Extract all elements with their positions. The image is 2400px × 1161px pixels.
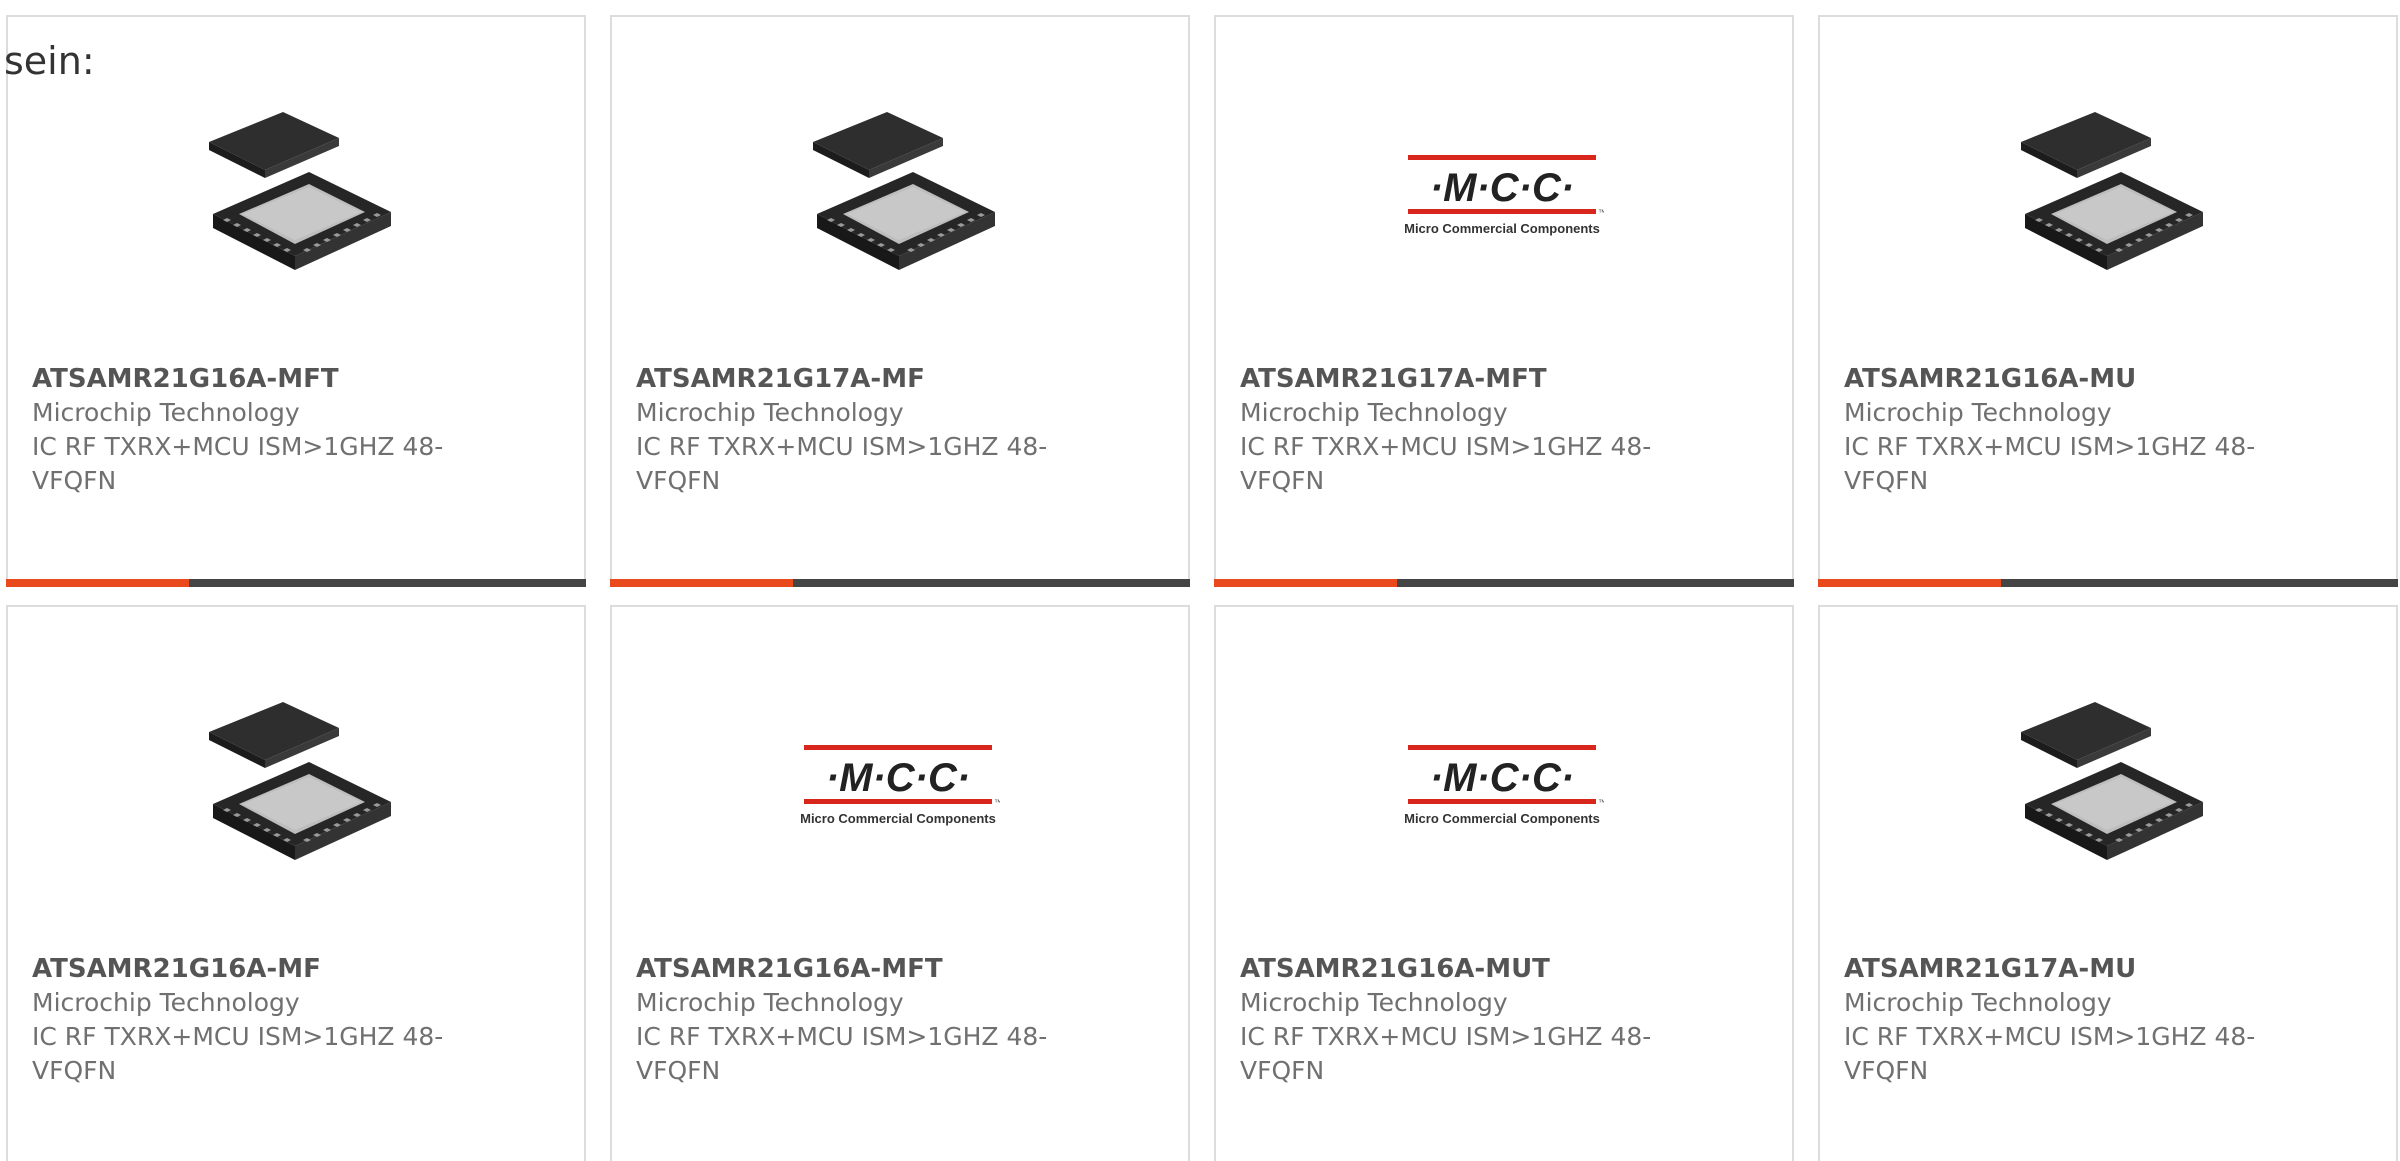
chip-icon [209, 112, 391, 270]
mcc-logo: ·M·C·C· ™ Micro Commercial Components [1404, 745, 1604, 826]
svg-text:Micro Commercial Components: Micro Commercial Components [800, 811, 996, 826]
product-description: IC RF TXRX+MCU ISM>1GHZ 48-VFQFN [32, 432, 444, 495]
card-accent-bar [1818, 579, 2001, 587]
mcc-logo: ·M·C·C· ™ Micro Commercial Components [800, 745, 1000, 826]
manufacturer-name: Microchip Technology [1844, 398, 2112, 427]
manufacturer-name: Microchip Technology [1844, 988, 2112, 1017]
product-grid-page: sein: ATSAMR21G16A-MFT Microchip Technol… [0, 0, 2400, 1161]
product-image[interactable]: ·M·C·C· ™ Micro Commercial Components [612, 679, 1188, 899]
product-card[interactable]: ATSAMR21G16A-MU Microchip Technology IC RF… [1818, 15, 2398, 587]
card-bottom-bar [1214, 579, 1794, 587]
product-image[interactable] [612, 89, 1188, 309]
product-description: IC RF TXRX+MCU ISM>1GHZ 48-VFQFN [1844, 432, 2256, 495]
product-card[interactable]: ATSAMR21G16A-MF Microchip Technology IC RF… [6, 605, 586, 1161]
card-bottom-bar [6, 579, 586, 587]
svg-text:·M·C·C·: ·M·C·C· [1430, 756, 1574, 800]
svg-text:™: ™ [1598, 798, 1604, 807]
manufacturer-name: Microchip Technology [1240, 398, 1508, 427]
product-info: ATSAMR21G16A-MFT Microchip Technology IC R… [32, 362, 462, 498]
product-image[interactable]: ·M·C·C· ™ Micro Commercial Components [1216, 89, 1792, 309]
product-description: IC RF TXRX+MCU ISM>1GHZ 48-VFQFN [1844, 1022, 2256, 1085]
product-image[interactable] [1820, 679, 2396, 899]
manufacturer-name: Microchip Technology [1240, 988, 1508, 1017]
part-number-link[interactable]: ATSAMR21G17A-MU [1844, 952, 2274, 986]
part-number-link[interactable]: ATSAMR21G17A-MFT [1240, 362, 1670, 396]
svg-text:™: ™ [994, 798, 1000, 807]
product-info: ATSAMR21G17A-MFT Microchip Technology IC R… [1240, 362, 1670, 498]
svg-text:·M·C·C·: ·M·C·C· [826, 756, 970, 800]
product-info: ATSAMR21G16A-MFT Microchip Technology IC R… [636, 952, 1066, 1088]
card-accent-bar [6, 579, 189, 587]
svg-text:™: ™ [1598, 208, 1604, 217]
chip-icon [2021, 702, 2203, 860]
product-info: ATSAMR21G16A-MUT Microchip Technology IC R… [1240, 952, 1670, 1088]
product-description: IC RF TXRX+MCU ISM>1GHZ 48-VFQFN [1240, 432, 1652, 495]
product-card[interactable]: ATSAMR21G17A-MF Microchip Technology IC RF… [610, 15, 1190, 587]
card-accent-bar [610, 579, 793, 587]
product-description: IC RF TXRX+MCU ISM>1GHZ 48-VFQFN [32, 1022, 444, 1085]
product-card[interactable]: ·M·C·C· ™ Micro Commercial Components AT… [1214, 605, 1794, 1161]
manufacturer-name: Microchip Technology [32, 988, 300, 1017]
chip-icon [2021, 112, 2203, 270]
product-card[interactable]: ATSAMR21G17A-MU Microchip Technology IC RF… [1818, 605, 2398, 1161]
product-description: IC RF TXRX+MCU ISM>1GHZ 48-VFQFN [636, 1022, 1048, 1085]
product-image[interactable] [8, 679, 584, 899]
part-number-link[interactable]: ATSAMR21G17A-MF [636, 362, 1066, 396]
chip-icon [813, 112, 995, 270]
card-bottom-bar [1818, 579, 2398, 587]
product-card[interactable]: ·M·C·C· ™ Micro Commercial Components AT… [1214, 15, 1794, 587]
product-image[interactable] [1820, 89, 2396, 309]
mcc-logo: ·M·C·C· ™ Micro Commercial Components [1404, 155, 1604, 236]
product-image[interactable]: ·M·C·C· ™ Micro Commercial Components [1216, 679, 1792, 899]
product-card[interactable]: ·M·C·C· ™ Micro Commercial Components AT… [610, 605, 1190, 1161]
product-info: ATSAMR21G17A-MU Microchip Technology IC RF… [1844, 952, 2274, 1088]
part-number-link[interactable]: ATSAMR21G16A-MFT [636, 952, 1066, 986]
product-info: ATSAMR21G16A-MF Microchip Technology IC RF… [32, 952, 462, 1088]
svg-text:Micro Commercial Components: Micro Commercial Components [1404, 221, 1600, 236]
chip-icon [209, 702, 391, 860]
manufacturer-name: Microchip Technology [32, 398, 300, 427]
part-number-link[interactable]: ATSAMR21G16A-MUT [1240, 952, 1670, 986]
part-number-link[interactable]: ATSAMR21G16A-MU [1844, 362, 2274, 396]
product-image[interactable] [8, 89, 584, 309]
intro-text: sein: [4, 39, 95, 83]
product-info: ATSAMR21G17A-MF Microchip Technology IC RF… [636, 362, 1066, 498]
part-number-link[interactable]: ATSAMR21G16A-MF [32, 952, 462, 986]
product-card[interactable]: ATSAMR21G16A-MFT Microchip Technology IC R… [6, 15, 586, 587]
product-info: ATSAMR21G16A-MU Microchip Technology IC RF… [1844, 362, 2274, 498]
card-bottom-bar [610, 579, 1190, 587]
manufacturer-name: Microchip Technology [636, 988, 904, 1017]
card-accent-bar [1214, 579, 1397, 587]
part-number-link[interactable]: ATSAMR21G16A-MFT [32, 362, 462, 396]
product-description: IC RF TXRX+MCU ISM>1GHZ 48-VFQFN [1240, 1022, 1652, 1085]
manufacturer-name: Microchip Technology [636, 398, 904, 427]
svg-text:Micro Commercial Components: Micro Commercial Components [1404, 811, 1600, 826]
product-description: IC RF TXRX+MCU ISM>1GHZ 48-VFQFN [636, 432, 1048, 495]
svg-text:·M·C·C·: ·M·C·C· [1430, 166, 1574, 210]
